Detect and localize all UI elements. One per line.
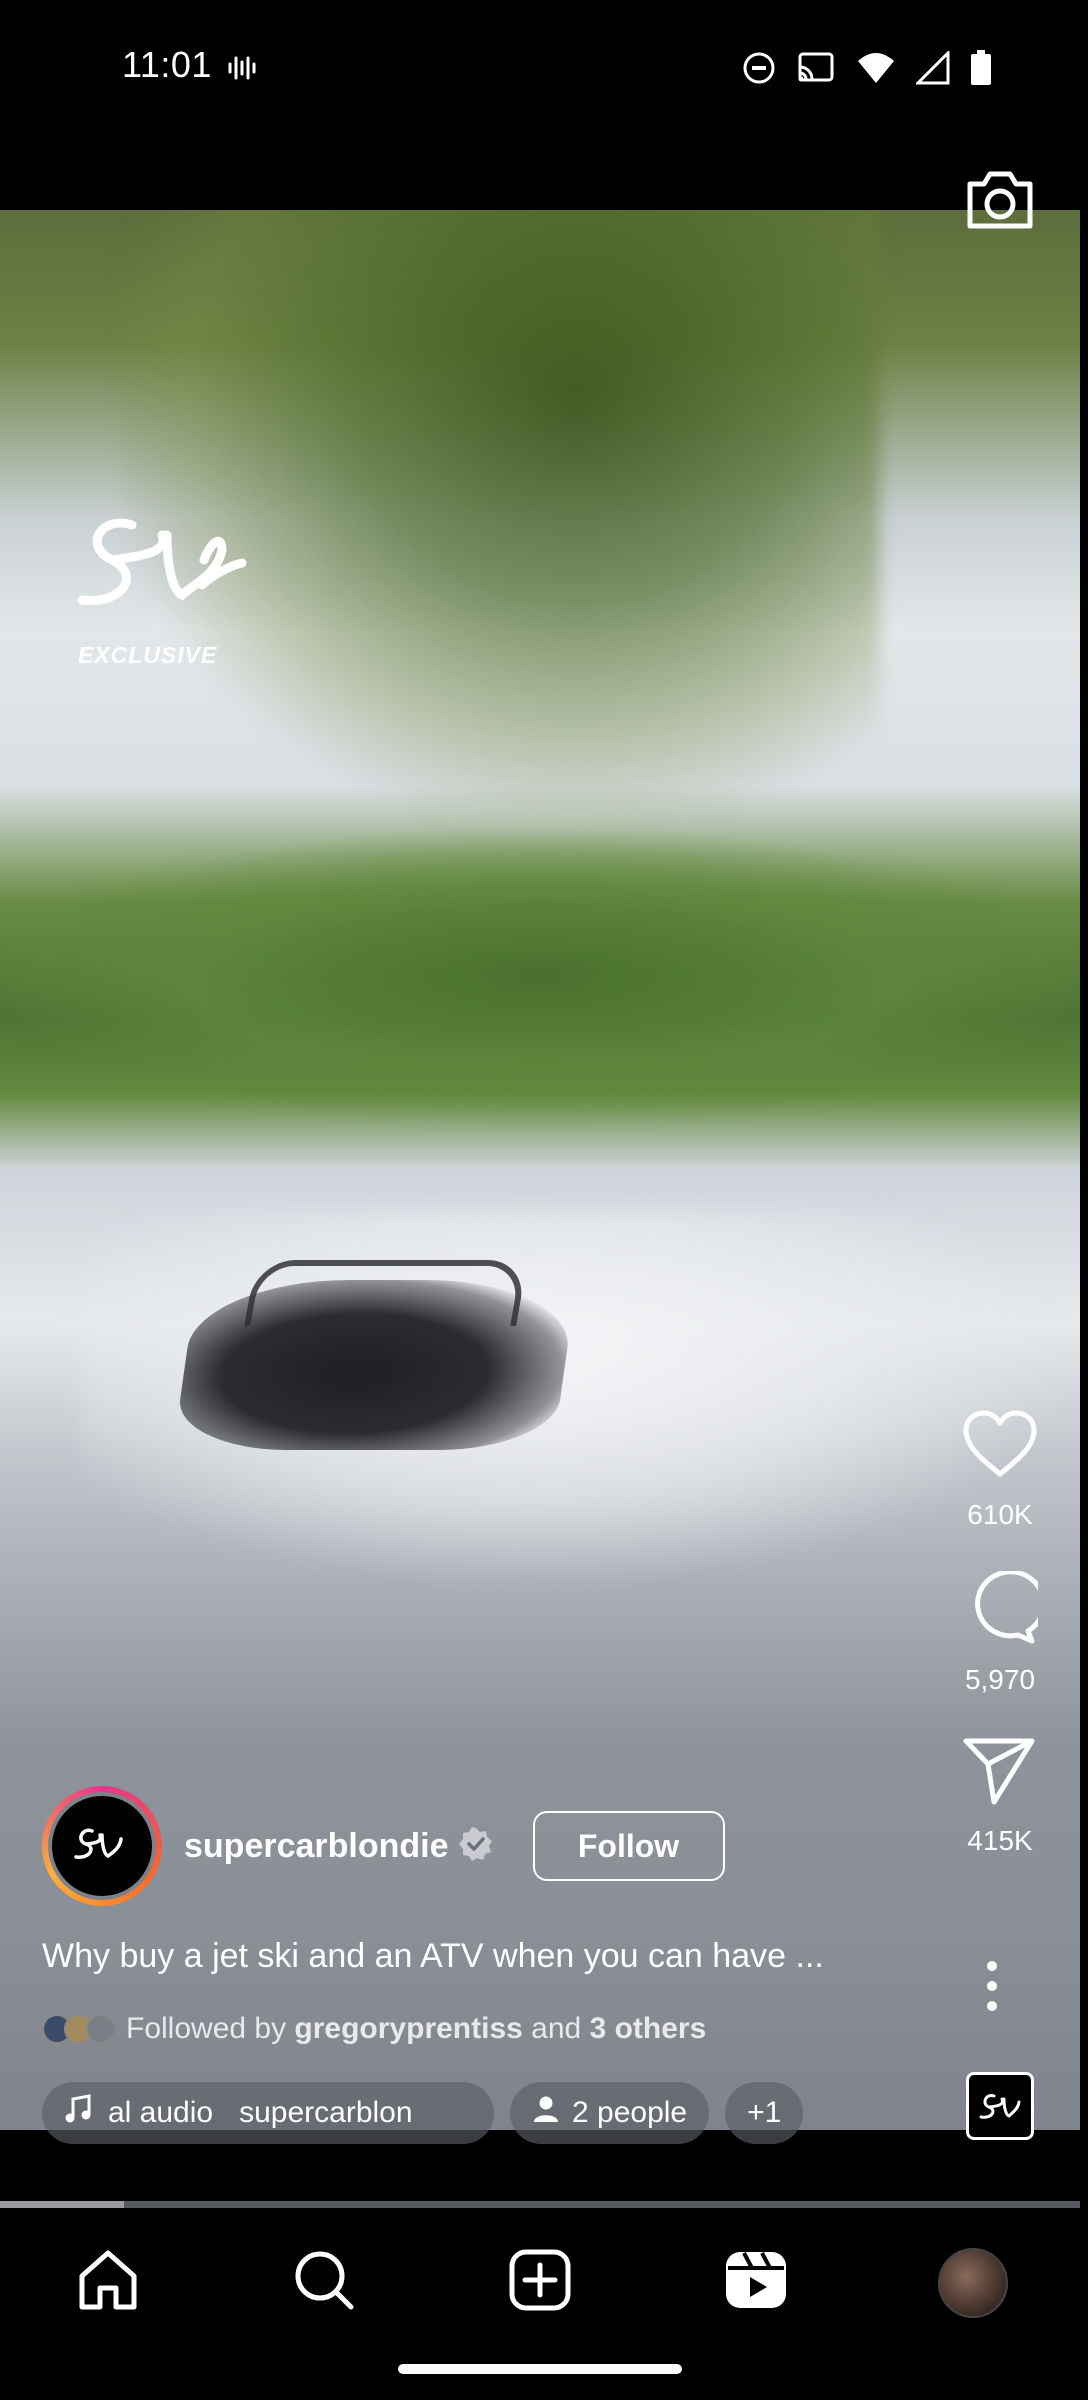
author-row: supercarblondie Follow: [42, 1786, 725, 1906]
comment-icon[interactable]: [962, 1569, 1047, 1650]
followed-by-row[interactable]: Followed by gregoryprentiss and 3 others: [42, 2012, 706, 2046]
playback-progress-fill: [0, 2201, 125, 2208]
wifi-icon: [856, 51, 896, 90]
home-indicator[interactable]: [398, 2364, 682, 2374]
people-chip[interactable]: 2 people: [510, 2082, 710, 2144]
signal-icon: [914, 49, 950, 90]
like-count: 610K: [967, 1499, 1033, 1530]
audio-label: al audio: [108, 2096, 214, 2129]
follower-avatars: [42, 2014, 116, 2044]
battery-icon: [970, 50, 992, 91]
status-time: 11:01: [122, 44, 212, 85]
reel-caption[interactable]: Why buy a jet ski and an ATV when you ca…: [42, 1937, 892, 1976]
status-bar: 11:01: [0, 0, 1088, 135]
heart-icon[interactable]: [962, 1410, 1038, 1485]
comment-action[interactable]: 5,970: [940, 1569, 1060, 1696]
exclusive-label: EXCLUSIVE: [78, 642, 218, 668]
profile-avatar-image: [938, 2248, 1008, 2318]
do-not-disturb-icon: [742, 51, 776, 90]
reel-actions: 610K 5,970 415K: [940, 1410, 1060, 1897]
playback-progress[interactable]: [0, 2201, 1080, 2208]
home-icon[interactable]: [76, 2248, 140, 2317]
more-tags-chip[interactable]: +1: [725, 2082, 804, 2144]
reels-icon[interactable]: [724, 2248, 788, 2317]
cast-icon: [796, 51, 836, 90]
share-count: 415K: [967, 1825, 1033, 1856]
audio-thumbnail[interactable]: [966, 2072, 1034, 2140]
sb-watermark-logo: [72, 505, 252, 630]
more-tags-label: +1: [747, 2096, 782, 2129]
people-label: 2 people: [572, 2096, 688, 2129]
followed-by-user[interactable]: gregoryprentiss: [294, 2012, 522, 2046]
followed-by-and: and: [531, 2012, 582, 2045]
share-action[interactable]: 415K: [940, 1736, 1060, 1857]
follower-avatar: [86, 2014, 116, 2044]
profile-avatar[interactable]: [938, 2248, 1008, 2318]
camera-icon[interactable]: [964, 168, 1036, 237]
audio-user: supercarblon: [239, 2096, 413, 2129]
video-trees: [0, 830, 1080, 1120]
reel-chips: al audio supercarblon 2 people +1: [42, 2082, 804, 2144]
verified-badge-icon: [458, 1826, 493, 1866]
followed-by-others[interactable]: 3 others: [590, 2012, 707, 2046]
author-avatar-image: [48, 1792, 156, 1900]
comment-count: 5,970: [964, 1664, 1036, 1695]
more-options-icon[interactable]: [982, 1958, 1002, 2019]
like-action[interactable]: 610K: [940, 1410, 1060, 1531]
create-icon[interactable]: [508, 2248, 572, 2317]
vibrate-icon: [226, 52, 258, 89]
author-avatar[interactable]: [42, 1786, 162, 1906]
send-icon[interactable]: [962, 1736, 1038, 1811]
author-username[interactable]: supercarblondie: [184, 1827, 449, 1866]
audio-chip[interactable]: al audio supercarblon: [42, 2082, 494, 2144]
followed-by-prefix: Followed by: [126, 2012, 287, 2045]
video-vehicle: [173, 1280, 577, 1450]
person-icon: [532, 2095, 560, 2131]
follow-button[interactable]: Follow: [532, 1811, 725, 1881]
music-note-icon: [64, 2094, 92, 2132]
search-icon[interactable]: [292, 2248, 356, 2317]
